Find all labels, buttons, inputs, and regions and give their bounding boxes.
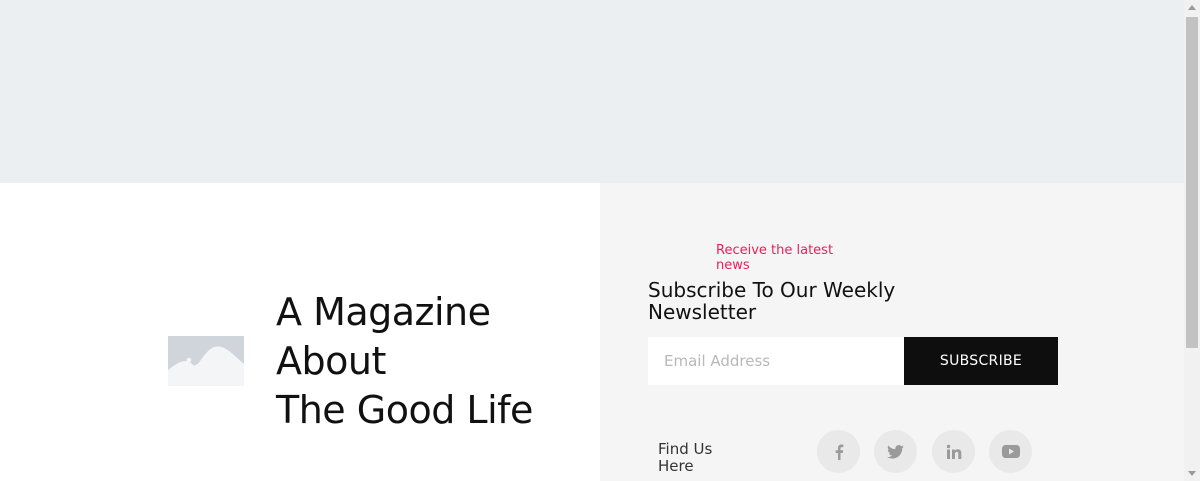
scroll-up-icon[interactable] — [1188, 5, 1196, 10]
image-placeholder-icon — [168, 336, 244, 386]
headline-line: About — [276, 339, 386, 383]
facebook-icon — [834, 444, 844, 460]
linkedin-icon — [946, 444, 962, 460]
newsletter-eyebrow: Receive the latest news — [716, 243, 834, 273]
headline-line: A Magazine — [276, 290, 491, 334]
scroll-down-icon[interactable] — [1188, 471, 1196, 476]
find-us-label: Find Us Here — [658, 440, 713, 475]
newsletter-title: Subscribe To Our Weekly Newsletter — [648, 278, 896, 324]
facebook-link[interactable] — [817, 430, 860, 473]
page-headline: A Magazine About The Good Life — [276, 288, 596, 435]
subscribe-button[interactable]: SUBSCRIBE — [904, 337, 1058, 385]
linkedin-link[interactable] — [932, 430, 975, 473]
twitter-icon — [887, 444, 904, 459]
youtube-icon — [1001, 445, 1020, 458]
hero-banner — [0, 0, 1184, 183]
scrollbar-thumb[interactable] — [1186, 17, 1198, 348]
youtube-link[interactable] — [989, 430, 1032, 473]
twitter-link[interactable] — [874, 430, 917, 473]
email-field[interactable] — [648, 337, 904, 385]
headline-line: The Good Life — [276, 388, 533, 432]
